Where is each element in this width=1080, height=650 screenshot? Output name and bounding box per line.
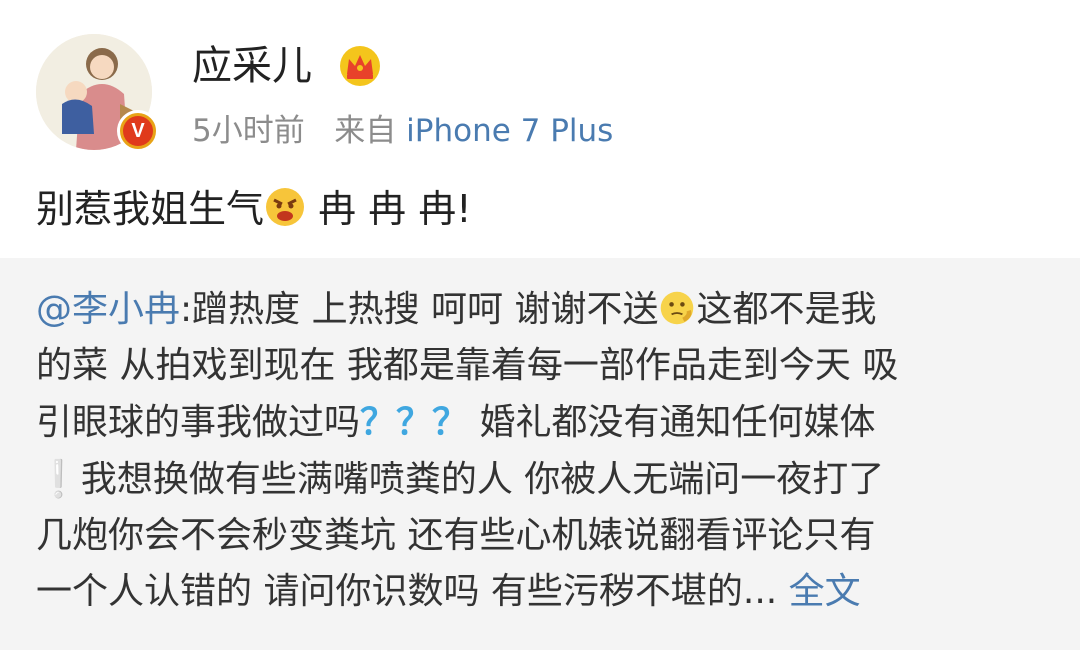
repost-block[interactable]: @李小冉:蹭热度 上热搜 呵呵 谢谢不送 这都不是我 的菜 从拍戏到现在 我都是…	[0, 258, 1080, 650]
repost-line: ❕我想换做有些满嘴喷粪的人 你被人无端问一夜打了	[36, 458, 885, 500]
source-link[interactable]: iPhone 7 Plus	[406, 113, 613, 149]
verified-badge-icon: V	[117, 110, 159, 152]
thinking-face-icon	[661, 291, 694, 325]
angry-face-icon	[266, 188, 305, 226]
repost-line: 几炮你会不会秒变粪坑 还有些心机婊说翻看评论只有	[36, 515, 876, 556]
repost-line: @李小冉:蹭热度 上热搜 呵呵 谢谢不送 这都不是我	[36, 289, 877, 330]
post-time: 5小时前	[192, 113, 305, 149]
exclamation-mark: ❕	[36, 458, 81, 499]
crown-icon[interactable]	[338, 44, 382, 88]
repost-line: 一个人认错的 请问你识数吗 有些污秽不堪的... 全文	[36, 571, 861, 612]
mention-link[interactable]: @李小冉	[36, 289, 180, 330]
post-meta: 5小时前 来自 iPhone 7 Plus	[192, 108, 613, 154]
author-name[interactable]: 应采儿	[192, 38, 312, 94]
full-text-link[interactable]: 全文	[789, 571, 861, 612]
question-marks: ？？？	[360, 401, 469, 442]
post-text-part1: 别惹我姐生气	[36, 187, 265, 231]
repost-text: @李小冉:蹭热度 上热搜 呵呵 谢谢不送 这都不是我 的菜 从拍戏到现在 我都是…	[36, 282, 1056, 620]
repost-line: 引眼球的事我做过吗？？？ 婚礼都没有通知任何媒体	[36, 401, 876, 443]
post-text-part2: 冉 冉 冉!	[306, 187, 472, 231]
post-header: V 应采儿 5小时前 来自 iPhone 7 Plus 别惹我姐生气 冉 冉 冉…	[0, 0, 1080, 258]
post-text: 别惹我姐生气 冉 冉 冉!	[36, 182, 472, 236]
repost-line: 的菜 从拍戏到现在 我都是靠着每一部作品走到今天 吸	[36, 345, 899, 386]
source-prefix: 来自	[334, 113, 397, 149]
